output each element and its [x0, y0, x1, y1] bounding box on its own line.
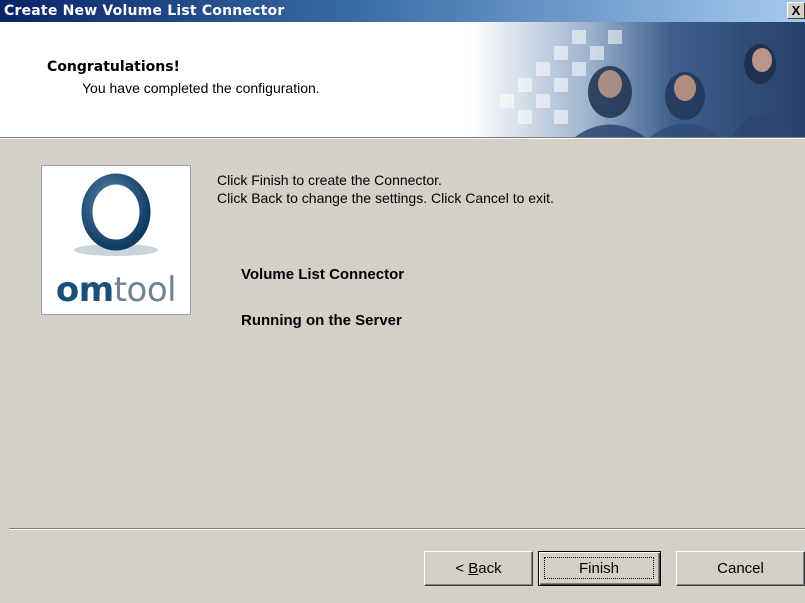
cancel-button[interactable]: Cancel [676, 551, 805, 586]
summary-connector-name: Volume List Connector [241, 266, 405, 283]
header-title: Congratulations! [47, 59, 180, 75]
logo-text-tool: tool [113, 270, 177, 310]
instruction-text-back-cancel: Click Back to change the settings. Click… [217, 190, 554, 206]
close-button[interactable]: X [787, 2, 805, 19]
omtool-logo: omtool [41, 165, 191, 315]
instruction-text-finish: Click Finish to create the Connector. [217, 172, 442, 188]
title-bar[interactable]: Create New Volume List Connector X [0, 0, 805, 22]
finish-button-label: Finish [578, 560, 619, 577]
window-title: Create New Volume List Connector [4, 3, 285, 19]
wizard-dialog: Create New Volume List Connector X Congr… [0, 0, 805, 603]
back-button[interactable]: < Back [424, 551, 533, 586]
finish-button[interactable]: Finish [538, 551, 661, 586]
omtool-wordmark: omtool [42, 270, 190, 310]
logo-text-om: om [55, 270, 114, 310]
header-divider [0, 137, 805, 139]
footer-divider [9, 528, 805, 530]
header-banner-image [470, 22, 805, 137]
back-button-label-rest: ack [478, 560, 502, 577]
header-subtitle: You have completed the configuration. [82, 80, 320, 96]
finish-button-focus-ring: Finish [544, 557, 654, 579]
back-button-accelerator: B [468, 560, 479, 577]
summary-connector-location: Running on the Server [241, 312, 402, 329]
close-icon: X [791, 3, 801, 18]
cancel-button-label: Cancel [717, 560, 764, 577]
back-button-prefix: < [455, 560, 469, 577]
wizard-header: Congratulations! You have completed the … [0, 22, 805, 137]
